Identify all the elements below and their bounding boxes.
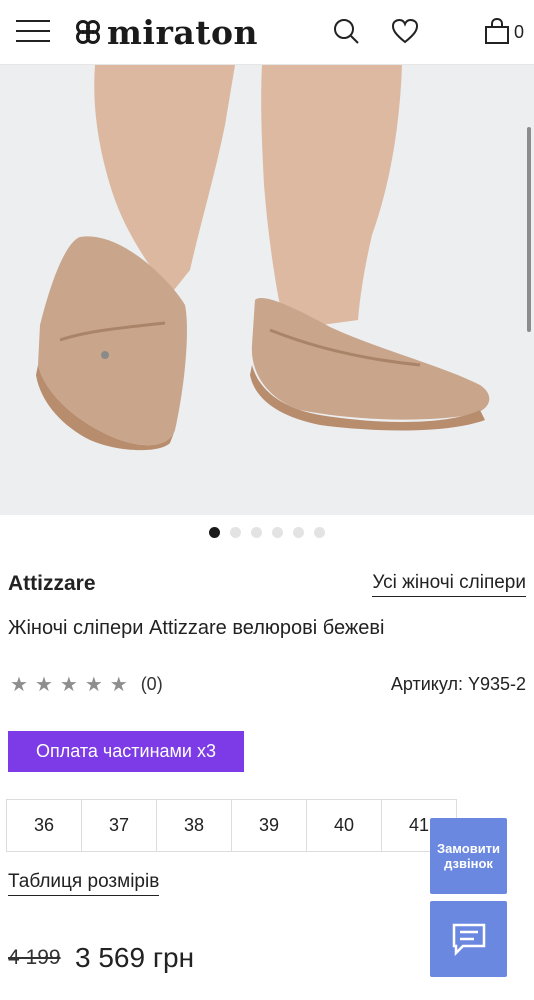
chat-icon <box>452 923 485 956</box>
size-selector: 36 37 38 39 40 41 <box>6 799 457 852</box>
wishlist-button[interactable] <box>388 14 422 48</box>
size-table-link[interactable]: Таблиця розмірів <box>8 871 160 896</box>
reviews-count[interactable]: (0) <box>141 674 163 695</box>
bag-icon <box>485 17 509 44</box>
size-option[interactable]: 38 <box>156 799 232 852</box>
sku: Артикул: Y935-2 <box>390 674 526 694</box>
product-photo <box>0 65 534 515</box>
callback-label: Замовити дзвінок <box>436 841 501 871</box>
carousel-dot[interactable] <box>230 527 241 538</box>
chat-button[interactable] <box>430 901 507 977</box>
star-icon: ★ <box>84 674 103 696</box>
old-price: 4 199 <box>8 946 61 969</box>
carousel-dot[interactable] <box>314 527 325 538</box>
star-icon: ★ <box>10 674 28 696</box>
installments-button[interactable]: Оплата частинами x3 <box>8 731 244 772</box>
size-option[interactable]: 39 <box>231 799 307 852</box>
logo-clover-icon <box>76 20 100 44</box>
size-option[interactable]: 40 <box>306 799 382 852</box>
search-button[interactable] <box>329 14 363 48</box>
carousel-dots <box>0 527 534 538</box>
product-image[interactable] <box>0 65 534 515</box>
cart-count: 0 <box>514 22 525 42</box>
heart-icon <box>391 18 419 44</box>
star-icon: ★ <box>59 674 78 696</box>
scrollbar[interactable] <box>527 127 531 332</box>
current-price: 3 569 грн <box>75 942 195 973</box>
carousel-dot[interactable] <box>293 527 304 538</box>
size-option[interactable]: 36 <box>6 799 82 852</box>
product-title: Жіночі сліпери Attizzare велюрові бежеві <box>8 617 385 639</box>
carousel-dot[interactable] <box>272 527 283 538</box>
search-icon <box>334 19 359 44</box>
logo-text: miraton <box>107 12 258 52</box>
carousel-dot[interactable] <box>251 527 262 538</box>
star-icon: ★ <box>109 674 128 696</box>
carousel-dot[interactable] <box>209 527 220 538</box>
cart-button[interactable] <box>480 14 514 48</box>
size-option[interactable]: 37 <box>81 799 157 852</box>
menu-icon[interactable] <box>16 20 50 42</box>
logo[interactable]: miraton <box>75 12 258 52</box>
brand-name[interactable]: Attizzare <box>8 572 96 596</box>
all-slippers-link[interactable]: Усі жіночі сліпери <box>372 572 526 597</box>
header: miraton 0 <box>0 0 534 65</box>
star-icon: ★ <box>34 674 53 696</box>
rating[interactable]: ★ ★ ★ ★ ★ (0) <box>10 672 163 697</box>
callback-button[interactable]: Замовити дзвінок <box>430 818 507 894</box>
